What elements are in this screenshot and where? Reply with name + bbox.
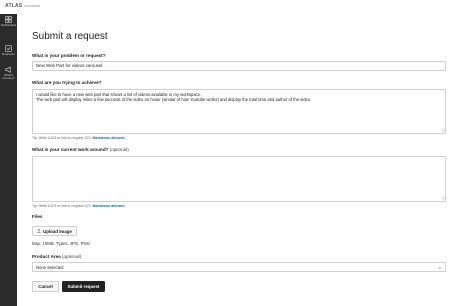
workaround-textarea[interactable] [32, 156, 446, 202]
logo-text: ATLAS [5, 3, 23, 9]
product-area-label-text: Product Area [32, 254, 61, 259]
workaround-label: What is your current work around? (optio… [32, 147, 129, 152]
sidebar: Dashboard Requests What's Coming? [0, 14, 17, 306]
product-area-label: Product Area (optional) [32, 254, 81, 259]
optional-tag: (optional) [61, 254, 82, 259]
sidebar-item-label: Dashboard [1, 23, 16, 27]
dashboard-icon [5, 16, 12, 23]
goal-tip: Tip: Write #123 to link to request 123. … [32, 136, 125, 140]
markdown-allowed-link[interactable]: Markdown allowed. [93, 204, 126, 208]
requests-icon [5, 45, 12, 52]
page-title: Submit a request [32, 31, 108, 42]
goal-label: What are you trying to achieve? [32, 80, 102, 85]
markdown-allowed-link[interactable]: Markdown allowed. [93, 136, 126, 140]
chevron-down-icon [438, 266, 442, 269]
product-area-selected: None Selected [36, 265, 64, 271]
problem-input[interactable]: New Web Part for videos carousel [32, 61, 446, 71]
problem-label: What is your problem or request? [32, 53, 106, 58]
upload-image-label: Upload Image [43, 228, 72, 234]
workaround-label-text: What is your current work around? [32, 147, 109, 152]
cancel-button[interactable]: Cancel [32, 281, 59, 292]
files-label: Files [32, 214, 43, 219]
megaphone-icon [5, 66, 11, 73]
resize-handle-icon[interactable] [441, 196, 445, 200]
goal-textarea[interactable]: I would like to have a new web part that… [32, 89, 446, 134]
sidebar-item-label: Requests [2, 52, 15, 56]
tip-text: Tip: Write #123 to link to request 123. [32, 136, 93, 140]
brand-logo[interactable]: ATLAS ENTERPRISE [5, 3, 40, 9]
sidebar-item-requests[interactable]: Requests [0, 45, 17, 56]
product-area-select[interactable]: None Selected [32, 262, 446, 272]
resize-handle-icon[interactable] [441, 128, 445, 132]
optional-tag: (optional) [109, 147, 129, 152]
logo-subtext: ENTERPRISE [24, 5, 41, 8]
sidebar-item-whats-coming[interactable]: What's Coming? [0, 66, 17, 81]
sidebar-item-dashboard[interactable]: Dashboard [0, 16, 17, 27]
submit-request-button[interactable]: Submit request [62, 281, 105, 292]
tip-text: Tip: Write #123 to link to request 123. [32, 204, 93, 208]
workaround-tip: Tip: Write #123 to link to request 123. … [32, 204, 125, 208]
sidebar-item-label: What's Coming? [2, 73, 15, 81]
files-constraints: Max: 10MB. Types: JPG, PNG [32, 241, 90, 246]
top-bar: ATLAS ENTERPRISE [0, 0, 451, 12]
upload-image-button[interactable]: Upload Image [32, 226, 77, 236]
upload-icon [37, 229, 41, 233]
